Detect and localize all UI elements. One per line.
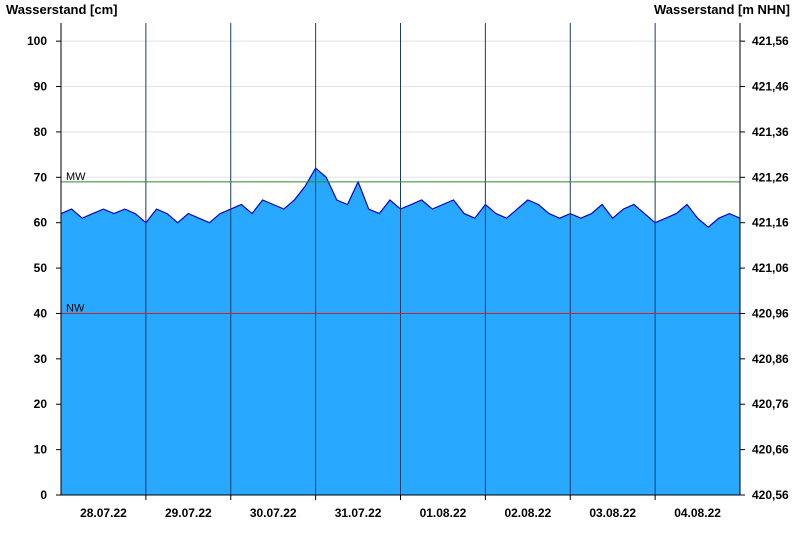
x-tick-label: 01.08.22 bbox=[420, 506, 467, 520]
plot-area: 28.07.22 29.07.22 30.07.22 31.07.22 01.08.22… bbox=[27, 23, 789, 520]
y2-tick-label: 420,66 bbox=[752, 443, 789, 457]
y-tick-label: 70 bbox=[34, 170, 48, 184]
y-tick-label: 50 bbox=[34, 261, 48, 275]
y-tick-label: 60 bbox=[34, 216, 48, 230]
y2-tick-label: 421,36 bbox=[752, 125, 789, 139]
x-tick-label: 31.07.22 bbox=[335, 506, 382, 520]
x-tick-label: 03.08.22 bbox=[589, 506, 636, 520]
y-tick-label: 30 bbox=[34, 352, 48, 366]
right-axis-title: Wasserstand [m NHN] bbox=[654, 2, 790, 17]
left-axis-title: Wasserstand [cm] bbox=[6, 2, 118, 17]
water-level-chart: Wasserstand [cm] Wasserstand [m NHN] 28.… bbox=[6, 2, 790, 520]
x-tick-label: 28.07.22 bbox=[80, 506, 127, 520]
y2-tick-label: 421,16 bbox=[752, 216, 789, 230]
y2-tick-label: 421,56 bbox=[752, 34, 789, 48]
y-tick-label: 100 bbox=[27, 34, 47, 48]
y-tick-label: 90 bbox=[34, 80, 48, 94]
y-tick-label: 10 bbox=[34, 443, 48, 457]
reference-label-nw: NW bbox=[66, 302, 85, 314]
y2-tick-label: 420,86 bbox=[752, 352, 789, 366]
y-tick-label: 0 bbox=[40, 488, 47, 502]
y2-tick-label: 421,46 bbox=[752, 80, 789, 94]
y2-tick-label: 421,06 bbox=[752, 261, 789, 275]
x-tick-label: 04.08.22 bbox=[674, 506, 721, 520]
y-tick-label: 80 bbox=[34, 125, 48, 139]
y2-tick-label: 420,56 bbox=[752, 488, 789, 502]
x-tick-label: 02.08.22 bbox=[504, 506, 551, 520]
x-tick-label: 29.07.22 bbox=[165, 506, 212, 520]
reference-label-mw: MW bbox=[66, 171, 86, 183]
y-tick-label: 40 bbox=[34, 306, 48, 320]
x-tick-label: 30.07.22 bbox=[250, 506, 297, 520]
y-tick-label: 20 bbox=[34, 397, 48, 411]
y2-tick-label: 420,96 bbox=[752, 306, 789, 320]
y2-tick-label: 420,76 bbox=[752, 397, 789, 411]
y2-tick-label: 421,26 bbox=[752, 170, 789, 184]
